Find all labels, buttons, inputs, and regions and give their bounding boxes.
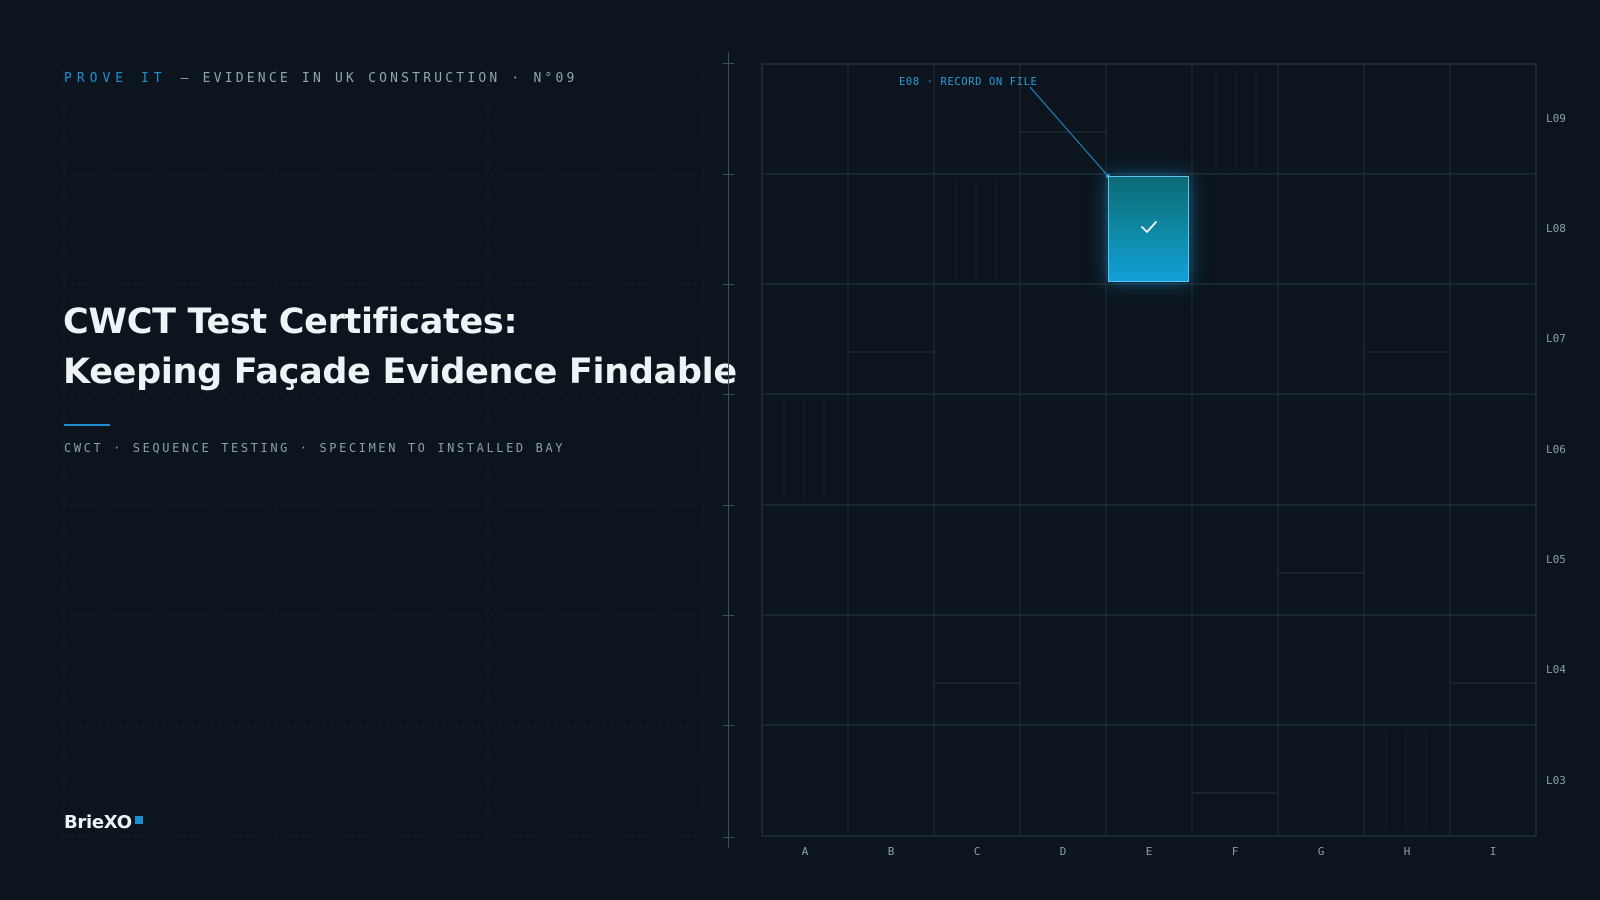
callout-label: E08 · RECORD ON FILE	[899, 76, 1038, 88]
axis-tick	[723, 505, 734, 506]
page-title: CWCT Test Certificates: Keeping Façade E…	[63, 297, 737, 397]
vertical-axis	[728, 52, 729, 848]
kicker: PROVE IT — EVIDENCE IN UK CONSTRUCTION · …	[64, 71, 578, 86]
column-label: F	[1231, 845, 1239, 858]
title-line-2: Keeping Façade Evidence Findable	[63, 352, 737, 392]
brand-mark-icon	[135, 816, 143, 824]
highlighted-bay-e08[interactable]	[1108, 176, 1189, 282]
row-label: L08	[1546, 222, 1566, 235]
row-label: L09	[1546, 112, 1566, 125]
axis-tick	[723, 284, 734, 285]
axis-tick	[723, 174, 734, 175]
axis-tick	[723, 837, 734, 838]
column-label: C	[973, 845, 981, 858]
title-divider	[64, 424, 110, 426]
check-icon	[1141, 221, 1157, 233]
title-line-1: CWCT Test Certificates:	[63, 302, 518, 342]
column-label: D	[1059, 845, 1067, 858]
column-label: G	[1317, 845, 1325, 858]
axis-tick	[723, 725, 734, 726]
row-label: L06	[1546, 443, 1566, 456]
row-label: L03	[1546, 774, 1566, 787]
kicker-issue: — EVIDENCE IN UK CONSTRUCTION · N°09	[180, 71, 578, 86]
column-label: E	[1145, 845, 1153, 858]
kicker-series: PROVE IT	[64, 71, 167, 86]
axis-tick	[723, 63, 734, 64]
column-label: I	[1489, 845, 1497, 858]
column-label: H	[1403, 845, 1411, 858]
column-label: A	[801, 845, 809, 858]
row-label: L05	[1546, 553, 1566, 566]
column-label: B	[887, 845, 895, 858]
subtitle: CWCT · SEQUENCE TESTING · SPECIMEN TO IN…	[64, 441, 566, 455]
row-label: L07	[1546, 332, 1566, 345]
axis-tick	[723, 394, 734, 395]
row-label: L04	[1546, 663, 1566, 676]
brand-logo: BrieXO	[64, 812, 132, 833]
axis-tick	[723, 615, 734, 616]
